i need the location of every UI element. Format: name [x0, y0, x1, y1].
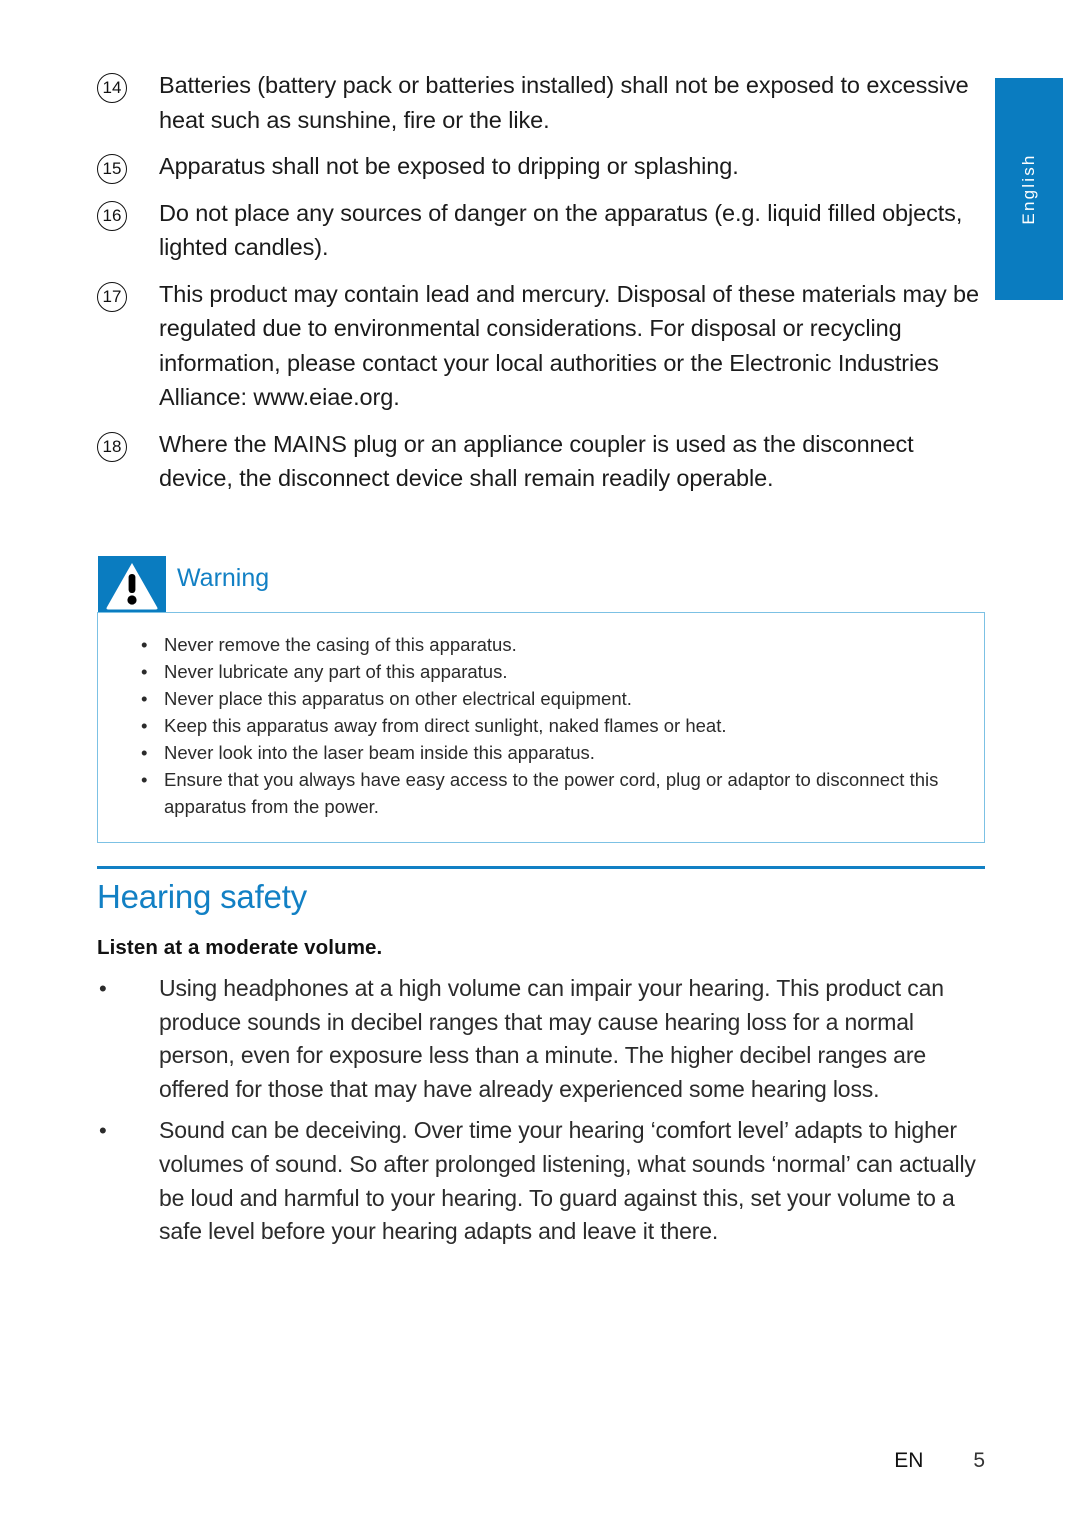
list-item: • Keep this apparatus away from direct s… — [120, 712, 962, 739]
warning-item-text: Ensure that you always have easy access … — [164, 769, 939, 817]
warning-item-text: Never remove the casing of this apparatu… — [164, 634, 517, 655]
list-item: • Never lubricate any part of this appar… — [120, 658, 962, 685]
item-text: This product may contain lead and mercur… — [159, 280, 979, 411]
item-number-badge: 17 — [97, 281, 127, 312]
bullet-glyph: • — [141, 769, 148, 790]
list-item: • Never look into the laser beam inside … — [120, 739, 962, 766]
warning-body: • Never remove the casing of this appara… — [97, 612, 985, 843]
bullet-glyph: • — [141, 715, 148, 736]
warning-item-text: Never look into the laser beam inside th… — [164, 742, 595, 763]
bullet-glyph: • — [141, 742, 148, 763]
list-item: 17 This product may contain lead and mer… — [97, 277, 985, 415]
list-item: 18 Where the MAINS plug or an appliance … — [97, 427, 985, 496]
item-text: Where the MAINS plug or an appliance cou… — [159, 430, 914, 492]
bullet-glyph: • — [141, 688, 148, 709]
warning-item-text: Never place this apparatus on other elec… — [164, 688, 632, 709]
warning-item-text: Never lubricate any part of this apparat… — [164, 661, 508, 682]
item-text: Batteries (battery pack or batteries ins… — [159, 72, 969, 133]
list-item: 14 Batteries (battery pack or batteries … — [97, 68, 985, 137]
list-item: • Sound can be deceiving. Over time your… — [97, 1114, 985, 1248]
footer-page-number: 5 — [973, 1449, 985, 1472]
numbered-safety-list: 14 Batteries (battery pack or batteries … — [97, 68, 985, 508]
bullet-text: Using headphones at a high volume can im… — [159, 975, 944, 1102]
language-tab: English — [995, 78, 1063, 300]
page-title: Hearing safety — [97, 878, 307, 915]
item-text: Apparatus shall not be exposed to drippi… — [159, 153, 739, 179]
footer-language-code: EN — [894, 1449, 924, 1472]
list-item: • Using headphones at a high volume can … — [97, 972, 985, 1106]
language-tab-label: English — [1019, 153, 1038, 225]
list-item: • Never place this apparatus on other el… — [120, 685, 962, 712]
list-item: • Never remove the casing of this appara… — [120, 631, 962, 658]
warning-list: • Never remove the casing of this appara… — [120, 631, 962, 820]
item-number-badge: 14 — [97, 73, 127, 103]
warning-item-text: Keep this apparatus away from direct sun… — [164, 715, 727, 736]
subheading: Listen at a moderate volume. — [97, 936, 383, 959]
bullet-glyph: • — [141, 634, 148, 655]
item-number-badge: 16 — [97, 200, 127, 231]
bullet-text: Sound can be deceiving. Over time your h… — [159, 1117, 976, 1245]
warning-triangle-icon — [98, 556, 166, 612]
bullet-glyph: • — [99, 1118, 107, 1144]
item-number-badge: 18 — [97, 431, 127, 462]
hearing-safety-bullets: • Using headphones at a high volume can … — [97, 972, 985, 1257]
bullet-glyph: • — [141, 661, 148, 682]
list-item: • Ensure that you always have easy acces… — [120, 766, 962, 820]
page-content: 14 Batteries (battery pack or batteries … — [97, 0, 985, 1525]
list-item: 15 Apparatus shall not be exposed to dri… — [97, 149, 985, 184]
list-item: 16 Do not place any sources of danger on… — [97, 196, 985, 265]
bullet-glyph: • — [99, 976, 107, 1001]
page-footer: EN 5 — [97, 1449, 985, 1473]
item-number-badge: 15 — [97, 154, 127, 184]
warning-callout: Warning • Never remove the casing of thi… — [97, 556, 985, 843]
item-text: Do not place any sources of danger on th… — [159, 199, 963, 261]
section-divider — [97, 866, 985, 869]
warning-header: Warning — [97, 556, 985, 612]
warning-title: Warning — [177, 564, 270, 592]
